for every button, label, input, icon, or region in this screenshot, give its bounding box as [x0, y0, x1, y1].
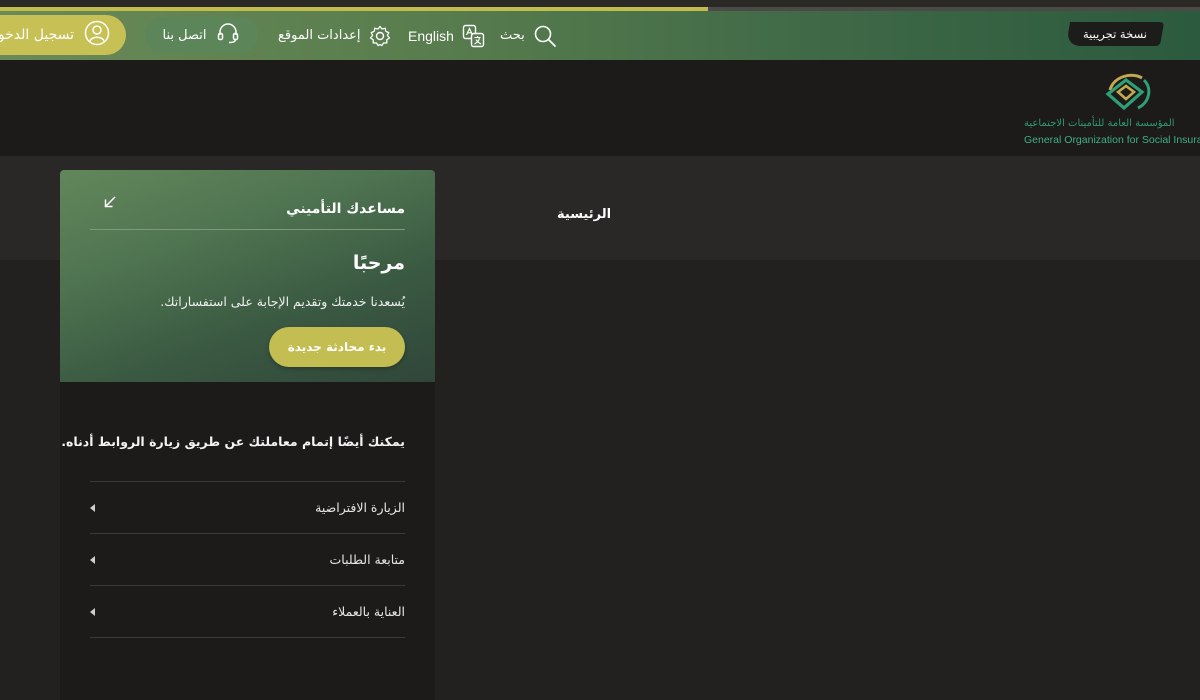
top-navigation-bar: تسجيل الدخول اتصل بنا إعدادات الموقع Eng… — [0, 11, 1200, 60]
search-icon — [533, 24, 557, 48]
assistant-divider — [90, 229, 405, 230]
chevron-left-icon — [90, 503, 95, 512]
links-intro-text: يمكنك أيضًا إتمام معاملتك عن طريق زيارة … — [61, 434, 405, 449]
language-switch[interactable]: English — [408, 11, 486, 60]
assistant-header: مساعدك التأميني مرحبًا يُسعدنا خدمتك وتق… — [60, 170, 435, 382]
assistant-title: مساعدك التأميني — [286, 201, 405, 217]
search-label: بحث — [500, 28, 525, 43]
link-virtual-visit[interactable]: الزيارة الافتراضية — [90, 481, 405, 533]
breadcrumb-home-link[interactable]: الرئيسية — [557, 207, 611, 222]
gear-icon — [369, 25, 391, 47]
link-label: الزيارة الافتراضية — [315, 500, 405, 515]
settings-label: إعدادات الموقع — [278, 28, 361, 43]
link-label: العناية بالعملاء — [332, 604, 405, 619]
new-chat-label: بدء محادثة جديدة — [287, 340, 387, 354]
link-label: متابعة الطلبات — [329, 552, 405, 567]
search-link[interactable]: بحث — [500, 11, 557, 60]
link-customer-care[interactable]: العناية بالعملاء — [90, 585, 405, 637]
link-track-requests[interactable]: متابعة الطلبات — [90, 533, 405, 585]
welcome-title: مرحبًا — [352, 252, 405, 274]
logo-name-english: General Organization for Social Insuranc… — [1024, 134, 1200, 146]
contact-us-button[interactable]: اتصل بنا — [145, 17, 258, 53]
insurance-assistant-panel: مساعدك التأميني مرحبًا يُسعدنا خدمتك وتق… — [60, 170, 435, 700]
site-settings-link[interactable]: إعدادات الموقع — [278, 11, 391, 60]
chevron-left-icon — [90, 555, 95, 564]
beta-version-badge: نسخة تجريبية — [1065, 22, 1165, 46]
logo-name-arabic: المؤسسة العامة للتأمينات الاجتماعية — [1024, 118, 1175, 129]
new-chat-button[interactable]: بدء محادثة جديدة — [269, 327, 405, 367]
language-label: English — [408, 27, 454, 44]
headset-icon — [216, 21, 240, 49]
header-band — [0, 60, 1200, 156]
welcome-text: يُسعدنا خدمتك وتقديم الإجابة على استفسار… — [160, 294, 405, 309]
contact-label: اتصل بنا — [162, 27, 207, 43]
arrow-down-left-icon[interactable] — [103, 194, 117, 213]
beta-label: نسخة تجريبية — [1083, 27, 1147, 41]
user-icon — [84, 20, 110, 50]
login-label: تسجيل الدخول — [0, 27, 74, 43]
translate-icon — [462, 24, 486, 48]
login-button[interactable]: تسجيل الدخول — [0, 15, 126, 55]
links-bottom-divider — [90, 637, 405, 638]
chevron-left-icon — [90, 607, 95, 616]
